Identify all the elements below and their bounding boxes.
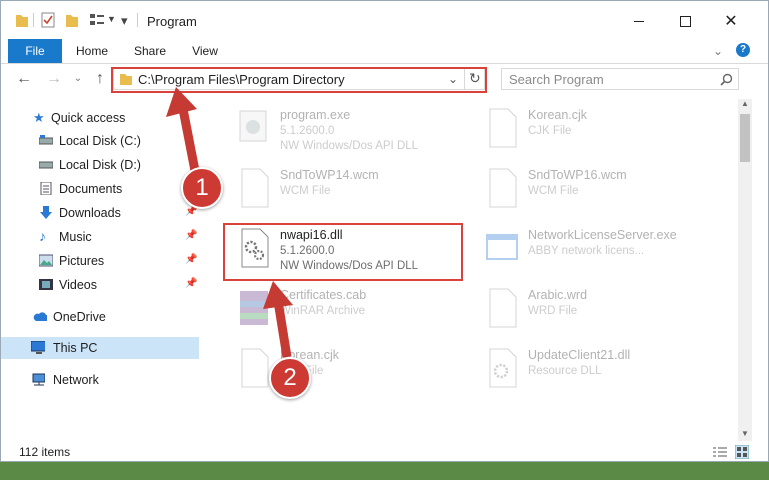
- step-marker-1: 1: [181, 167, 223, 209]
- step-marker-2: 2: [269, 357, 311, 399]
- arrow-1: [166, 87, 202, 182]
- explorer-window: ▼ ▾ Program ✕ File Home Share View ⌄ ? ←…: [0, 0, 769, 462]
- arrow-2: [263, 281, 293, 358]
- desktop-background: [0, 462, 769, 480]
- annotation-arrows: [166, 87, 293, 358]
